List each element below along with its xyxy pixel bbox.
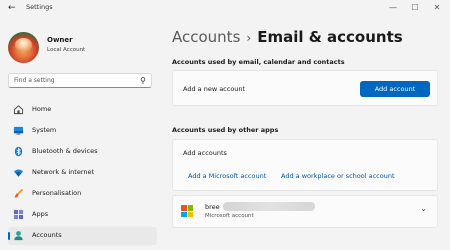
redacted-email-bar <box>223 202 315 211</box>
close-icon[interactable]: ✕ <box>426 1 448 14</box>
profile-name: Owner <box>47 36 73 44</box>
maximize-icon[interactable]: ☐ <box>404 1 426 14</box>
sidebar-item-system[interactable]: System <box>8 122 157 140</box>
sidebar-item-label: Network & internet <box>32 168 95 176</box>
sidebar-item-label: System <box>32 126 57 134</box>
add-email-account-card: Add a new account Add account <box>172 70 438 106</box>
page-title: Email & accounts <box>257 28 403 46</box>
add-microsoft-account-link[interactable]: Add a Microsoft account <box>188 172 266 180</box>
breadcrumb-separator: › <box>246 31 252 45</box>
add-accounts-card: Add accounts Add a Microsoft account Add… <box>172 139 438 191</box>
bluetooth-icon <box>14 146 23 157</box>
sidebar-item-bluetooth[interactable]: Bluetooth & devices <box>8 143 157 161</box>
search-placeholder: Find a setting <box>14 77 55 84</box>
sidebar-item-network[interactable]: Network & internet <box>8 164 157 182</box>
sidebar-item-label: Apps <box>32 210 49 218</box>
home-icon <box>13 105 24 115</box>
add-account-button[interactable]: Add account <box>360 81 430 97</box>
title-bar: ← Settings — ☐ ✕ <box>0 0 450 16</box>
apps-icon <box>13 209 24 220</box>
sidebar-item-label: Personalisation <box>32 189 82 197</box>
add-new-account-label: Add a new account <box>183 85 246 93</box>
sidebar-item-label: Bluetooth & devices <box>32 147 98 155</box>
sidebar-item-label: Accounts <box>32 231 62 239</box>
add-accounts-label: Add accounts <box>183 149 227 157</box>
account-type: Microsoft account <box>205 213 254 219</box>
system-icon <box>13 126 24 135</box>
sidebar-item-apps[interactable]: Apps <box>8 206 157 224</box>
breadcrumb-parent[interactable]: Accounts <box>172 28 240 46</box>
chevron-down-icon[interactable]: ⌄ <box>420 204 427 213</box>
brush-icon <box>14 188 24 198</box>
search-input[interactable]: Find a setting ⚲ <box>8 73 152 88</box>
avatar[interactable] <box>8 32 39 63</box>
minimize-icon[interactable]: — <box>382 1 404 14</box>
breadcrumb: Accounts › Email & accounts <box>172 28 403 46</box>
sidebar-item-personalisation[interactable]: Personalisation <box>8 185 157 203</box>
email-section-title: Accounts used by email, calendar and con… <box>172 58 345 66</box>
microsoft-logo-icon <box>181 205 193 217</box>
sidebar-item-home[interactable]: Home <box>8 101 157 119</box>
sidebar-item-label: Home <box>32 105 52 113</box>
back-arrow-icon[interactable]: ← <box>8 2 20 14</box>
sidebar-item-accounts[interactable]: Accounts <box>8 227 157 245</box>
accounts-icon <box>14 231 23 241</box>
wifi-icon <box>13 169 24 177</box>
add-work-school-account-link[interactable]: Add a workplace or school account <box>281 172 395 180</box>
app-title: Settings <box>26 3 53 11</box>
account-name: bree <box>205 203 220 211</box>
other-apps-section-title: Accounts used by other apps <box>172 126 279 134</box>
search-icon: ⚲ <box>140 76 146 85</box>
profile-account-type: Local Account <box>47 47 86 53</box>
microsoft-account-row[interactable]: bree Microsoft account ⌄ <box>172 195 438 228</box>
